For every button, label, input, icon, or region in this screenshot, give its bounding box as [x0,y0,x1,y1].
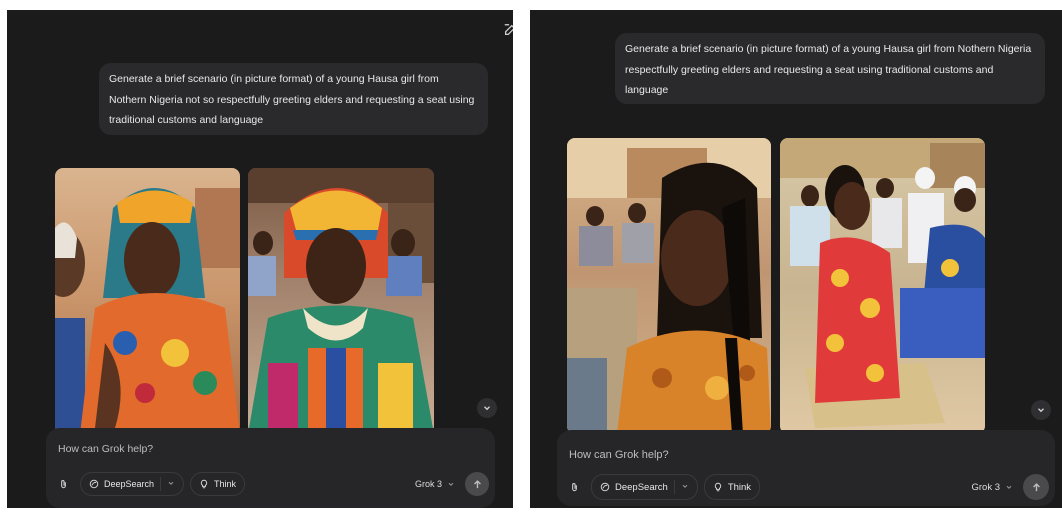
right-chat-panel: Generate a brief scenario (in picture fo… [530,10,1062,508]
model-label: Grok 3 [971,481,1000,493]
arrow-up-icon [1032,482,1040,491]
model-selector[interactable]: Grok 3 [971,482,1013,493]
chevron-down-icon [168,481,174,485]
deepsearch-label: DeepSearch [615,481,668,493]
chevron-down-icon [1006,485,1012,489]
paperclip-icon [60,479,66,488]
chevron-down-icon [1038,408,1044,413]
attach-button[interactable] [563,476,585,498]
chevron-down-icon [484,406,490,411]
lightbulb-icon [714,482,721,492]
model-selector[interactable]: Grok 3 [415,479,455,489]
user-prompt-text: Generate a brief scenario (in picture fo… [109,73,475,126]
scroll-down-button[interactable] [477,398,497,418]
chevron-down-icon [682,484,688,488]
composer-toolbar: DeepSearch Think Grok 3 [563,474,1049,500]
user-prompt-bubble: Generate a brief scenario (in picture fo… [615,33,1045,104]
model-label: Grok 3 [414,479,442,489]
deepsearch-label: DeepSearch [104,479,155,489]
generated-image-2[interactable] [248,168,434,434]
scroll-down-button[interactable] [1031,400,1051,420]
generated-image-1[interactable] [567,138,771,434]
think-button[interactable]: Think [190,472,246,496]
think-button[interactable]: Think [703,474,761,500]
message-input[interactable]: How can Grok help? [58,443,153,455]
deepsearch-dropdown[interactable] [681,482,689,493]
chevron-down-icon [448,482,454,486]
send-button[interactable] [465,472,489,496]
think-label: Think [727,481,752,493]
edit-icon[interactable] [503,23,513,37]
left-chat-panel: Generate a brief scenario (in picture fo… [7,10,513,508]
user-prompt-text: Generate a brief scenario (in picture fo… [625,43,1032,96]
generated-image-2[interactable] [780,138,985,434]
message-composer: How can Grok help? DeepSearch Think Grok… [46,428,495,508]
lightbulb-icon [200,479,208,489]
arrow-up-icon [473,479,481,488]
attach-button[interactable] [52,473,74,495]
deepsearch-icon [600,482,610,492]
user-prompt-bubble: Generate a brief scenario (in picture fo… [99,63,488,135]
message-composer: How can Grok help? DeepSearch Think Grok… [557,430,1055,506]
paperclip-icon [571,482,577,491]
think-label: Think [214,479,237,489]
deepsearch-button[interactable]: DeepSearch [591,474,698,500]
deepsearch-dropdown[interactable] [167,479,175,489]
generated-image-1[interactable] [55,168,240,434]
message-input[interactable]: How can Grok help? [569,449,669,461]
deepsearch-icon [89,479,99,489]
send-button[interactable] [1023,474,1049,500]
deepsearch-button[interactable]: DeepSearch [80,472,185,496]
composer-toolbar: DeepSearch Think Grok 3 [52,472,489,496]
